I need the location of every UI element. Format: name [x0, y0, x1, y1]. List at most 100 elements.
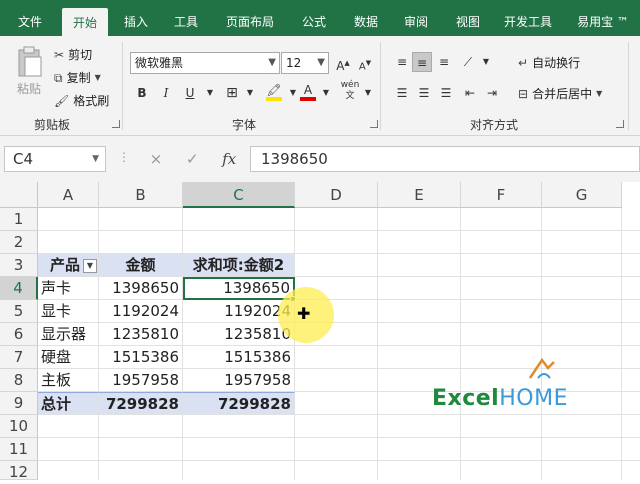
- column-header-f[interactable]: F: [461, 182, 542, 208]
- tab-page-layout[interactable]: 页面布局: [218, 0, 282, 36]
- column-header-g[interactable]: G: [542, 182, 622, 208]
- font-launcher-icon[interactable]: [370, 120, 378, 128]
- font-grow-button[interactable]: A▲: [333, 53, 353, 73]
- column-header-b[interactable]: B: [99, 182, 183, 208]
- selected-cell-c4[interactable]: 1398650: [183, 277, 295, 300]
- orientation-icon[interactable]: ⟋: [458, 52, 478, 72]
- tab-developer[interactable]: 开发工具: [496, 0, 560, 36]
- table-cell[interactable]: 1957958: [99, 369, 183, 392]
- wrap-text-button[interactable]: ↵ 自动换行: [518, 54, 580, 71]
- tab-easy-helper[interactable]: 易用宝 ™: [570, 0, 636, 36]
- name-box[interactable]: C4 ▼: [4, 146, 106, 172]
- table-cell[interactable]: 1398650: [99, 277, 183, 300]
- tab-file[interactable]: 文件: [8, 0, 52, 36]
- fill-color-icon[interactable]: 🖍: [264, 83, 284, 103]
- paste-button[interactable]: 粘贴: [10, 46, 48, 97]
- border-icon[interactable]: ⊞: [222, 83, 242, 103]
- column-header-c[interactable]: C: [183, 182, 295, 208]
- align-bottom-icon[interactable]: ≡: [434, 52, 454, 72]
- table-row-label[interactable]: 硬盘: [38, 346, 99, 369]
- cancel-icon[interactable]: ×: [150, 150, 163, 168]
- chevron-down-icon: ▼: [596, 88, 603, 98]
- tab-review[interactable]: 审阅: [394, 0, 438, 36]
- column-header-e[interactable]: E: [378, 182, 461, 208]
- row-header[interactable]: 9: [0, 392, 38, 415]
- decrease-indent-icon[interactable]: ⇤: [460, 83, 480, 103]
- formula-input[interactable]: 1398650: [250, 146, 640, 172]
- splitter-icon[interactable]: ⋮: [118, 150, 130, 164]
- select-all-corner[interactable]: [0, 182, 38, 208]
- increase-indent-icon[interactable]: ⇥: [482, 83, 502, 103]
- table-row-label[interactable]: 主板: [38, 369, 99, 392]
- row-header[interactable]: 7: [0, 346, 38, 369]
- table-row-label[interactable]: 声卡: [38, 277, 99, 300]
- copy-button[interactable]: ⧉ 复制 ▼: [54, 69, 101, 86]
- pivot-total-cell[interactable]: 7299828: [99, 392, 183, 415]
- pivot-header-sum-amount2: 求和项:金额2: [183, 254, 295, 277]
- row-header[interactable]: 10: [0, 415, 38, 438]
- row-header[interactable]: 2: [0, 231, 38, 254]
- align-center-icon[interactable]: ☰: [414, 83, 434, 103]
- align-middle-icon[interactable]: ≡: [412, 52, 432, 72]
- align-left-icon[interactable]: ☰: [392, 83, 412, 103]
- wrap-text-icon: ↵: [518, 55, 529, 70]
- italic-button[interactable]: I: [156, 83, 176, 103]
- align-top-icon[interactable]: ≡: [392, 52, 412, 72]
- clipboard-icon: [18, 46, 42, 77]
- row-header[interactable]: 6: [0, 323, 38, 346]
- row-header[interactable]: 1: [0, 208, 38, 231]
- font-size-select[interactable]: 12 ▼: [281, 52, 329, 74]
- alignment-launcher-icon[interactable]: [616, 120, 624, 128]
- row-header[interactable]: 8: [0, 369, 38, 392]
- underline-button[interactable]: U: [180, 83, 200, 103]
- orientation-dropdown-icon[interactable]: ▼: [476, 52, 496, 72]
- align-right-icon[interactable]: ☰: [436, 83, 456, 103]
- table-cell[interactable]: 1235810: [183, 323, 295, 346]
- font-color-icon[interactable]: A: [298, 83, 318, 103]
- font-name-select[interactable]: 微软雅黑 ▼: [130, 52, 280, 74]
- tab-data[interactable]: 数据: [344, 0, 388, 36]
- table-cell[interactable]: 1515386: [183, 346, 295, 369]
- table-cell[interactable]: 1235810: [99, 323, 183, 346]
- phonetic-dropdown-icon[interactable]: ▼: [358, 83, 378, 103]
- row-header[interactable]: 4: [0, 277, 38, 300]
- row-header[interactable]: 3: [0, 254, 38, 277]
- underline-dropdown-icon[interactable]: ▼: [200, 83, 220, 103]
- border-dropdown-icon[interactable]: ▼: [240, 83, 260, 103]
- tab-insert[interactable]: 插入: [114, 0, 158, 36]
- pivot-total-cell[interactable]: 7299828: [183, 392, 295, 415]
- font-color-dropdown-icon[interactable]: ▼: [316, 83, 336, 103]
- pivot-total-label[interactable]: 总计: [38, 392, 99, 415]
- table-cell[interactable]: 1957958: [183, 369, 295, 392]
- table-cell[interactable]: 1515386: [99, 346, 183, 369]
- table-row-label[interactable]: 显卡: [38, 300, 99, 323]
- column-header-d[interactable]: D: [295, 182, 378, 208]
- table-cell[interactable]: 1192024: [99, 300, 183, 323]
- font-shrink-button[interactable]: A▼: [355, 53, 375, 73]
- alignment-group-label: 对齐方式: [470, 118, 519, 132]
- excelhome-logo: ExcelHOME: [432, 357, 568, 411]
- fx-icon[interactable]: fx: [222, 150, 236, 168]
- row-header[interactable]: 5: [0, 300, 38, 323]
- tab-view[interactable]: 视图: [446, 0, 490, 36]
- filter-dropdown-icon[interactable]: ▼: [83, 259, 97, 273]
- copy-icon: ⧉: [54, 70, 63, 85]
- cut-button[interactable]: ✂ 剪切: [54, 46, 92, 63]
- merge-center-button[interactable]: ⊟ 合并后居中 ▼: [518, 85, 602, 102]
- tab-formulas[interactable]: 公式: [292, 0, 336, 36]
- confirm-icon[interactable]: ✓: [186, 150, 199, 168]
- row-header[interactable]: 11: [0, 438, 38, 461]
- tab-home[interactable]: 开始: [62, 8, 108, 36]
- cross-cursor-icon: ✚: [297, 304, 311, 323]
- phonetic-icon[interactable]: wén 文: [340, 80, 360, 101]
- bold-button[interactable]: B: [132, 83, 152, 103]
- table-row-label[interactable]: 显示器: [38, 323, 99, 346]
- format-painter-button[interactable]: 🖌 格式刷: [54, 92, 109, 109]
- tab-tools[interactable]: 工具: [164, 0, 208, 36]
- row-header[interactable]: 12: [0, 461, 38, 481]
- column-header-a[interactable]: A: [38, 182, 99, 208]
- chevron-down-icon: ▼: [94, 72, 101, 82]
- pivot-header-amount: 金额: [99, 254, 183, 277]
- formula-bar: C4 ▼ ⋮ × ✓ fx 1398650: [0, 136, 640, 182]
- clipboard-launcher-icon[interactable]: [112, 120, 120, 128]
